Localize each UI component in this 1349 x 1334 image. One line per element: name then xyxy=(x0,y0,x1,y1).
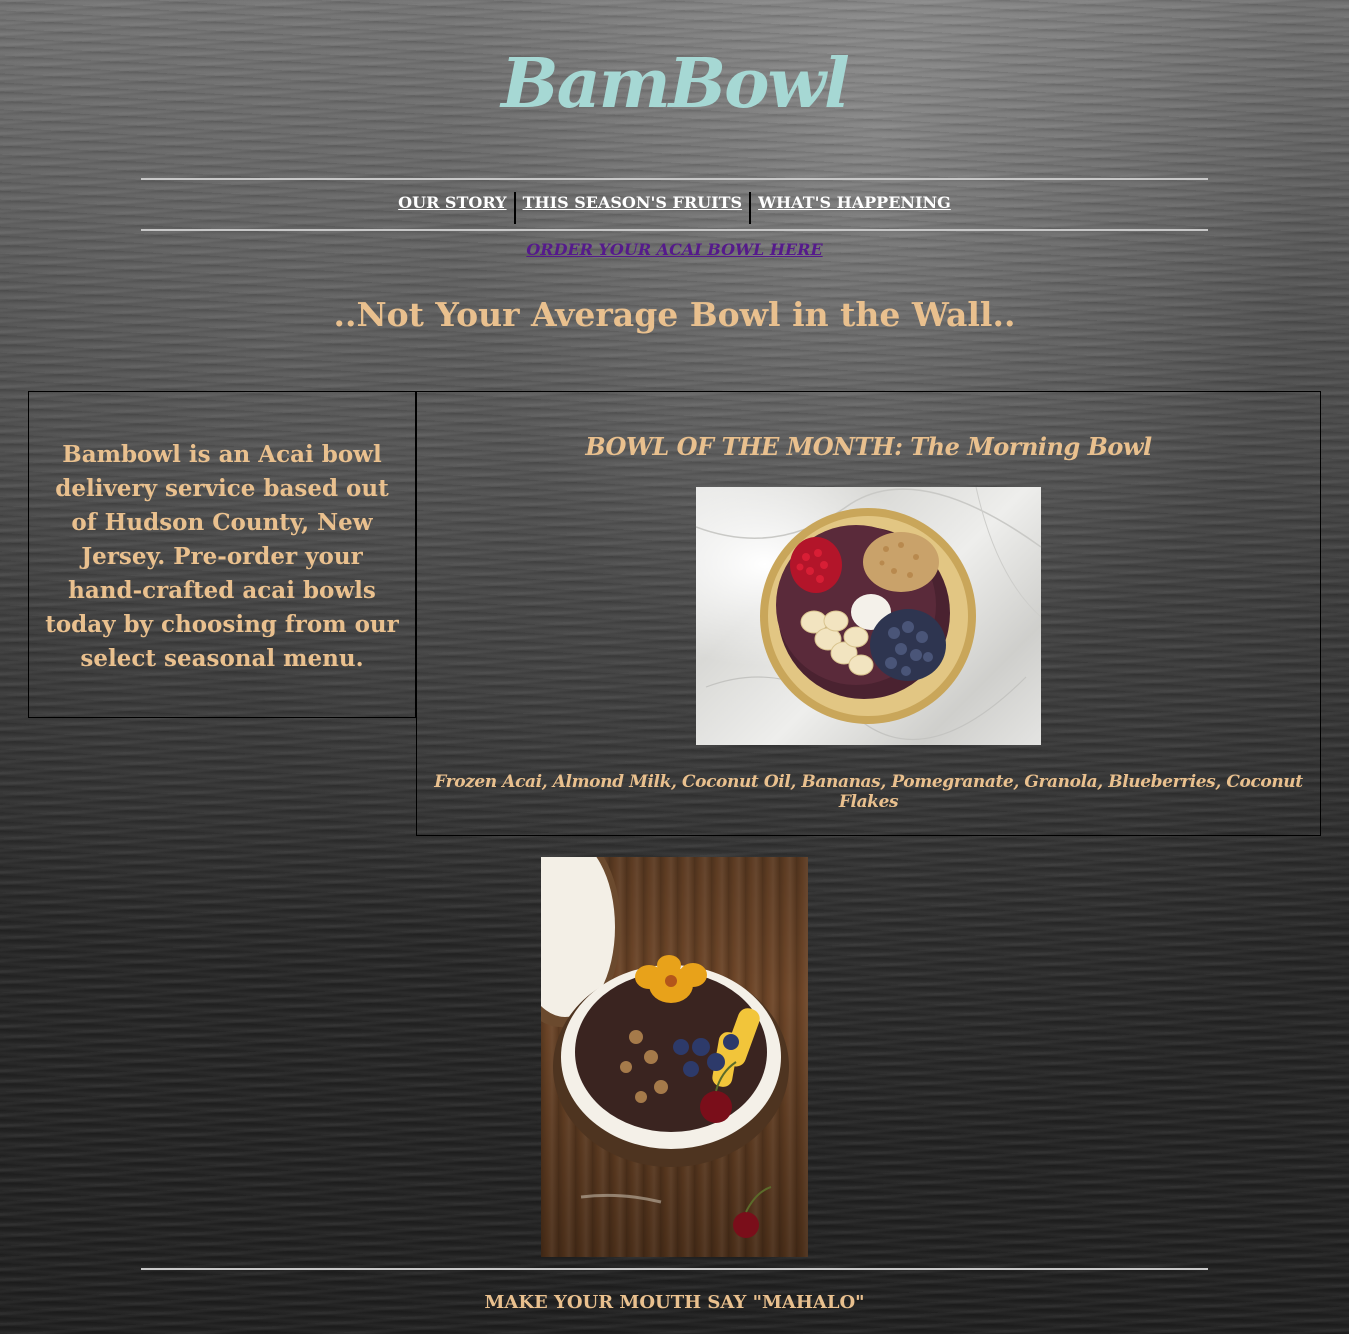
order-acai-bowl-link[interactable]: ORDER YOUR ACAI BOWL HERE xyxy=(0,240,1349,259)
nav-link-whats-happening[interactable]: WHAT'S HAPPENING xyxy=(751,186,958,218)
page-tagline: ..Not Your Average Bowl in the Wall.. xyxy=(333,295,1016,334)
morning-bowl-photo xyxy=(696,487,1041,745)
nav-link-seasons-fruits[interactable]: THIS SEASON'S FRUITS xyxy=(516,186,750,218)
nav-bottom-divider xyxy=(141,229,1208,231)
coconut-bowl-photo xyxy=(541,857,808,1257)
bowl-of-the-month-ingredients: Frozen Acai, Almond Milk, Coconut Oil, B… xyxy=(434,772,1303,812)
main-nav: OUR STORY THIS SEASON'S FRUITS WHAT'S HAPP… xyxy=(0,186,1349,224)
footer-slogan: MAKE YOUR MOUTH SAY "MAHALO" xyxy=(484,1292,865,1313)
about-panel: Bambowl is an Acai bowl delivery service… xyxy=(28,391,416,718)
site-logo: BamBowl xyxy=(501,44,850,124)
bowl-of-the-month-title: BOWL OF THE MONTH: The Morning Bowl xyxy=(585,432,1152,461)
nav-top-divider xyxy=(141,178,1208,180)
nav-link-our-story[interactable]: OUR STORY xyxy=(391,186,513,218)
about-text: Bambowl is an Acai bowl delivery service… xyxy=(45,441,399,672)
bowl-of-the-month-panel: BOWL OF THE MONTH: The Morning Bowl Froz… xyxy=(416,391,1321,836)
footer-divider xyxy=(141,1268,1208,1270)
